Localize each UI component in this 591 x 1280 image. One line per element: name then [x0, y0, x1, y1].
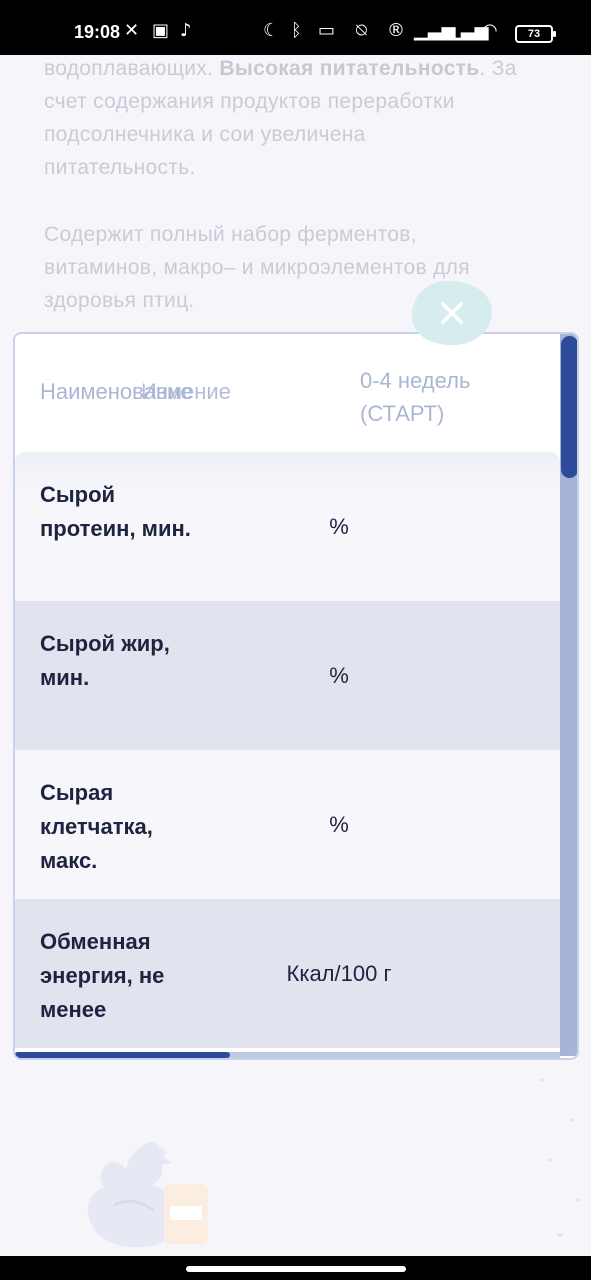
- row-name: Сырой жир, мин.: [40, 631, 170, 690]
- grid-app-icon: ▣: [152, 20, 170, 41]
- wifi-icon: ◠: [482, 20, 498, 41]
- close-icon: [441, 302, 463, 324]
- row-name: Сырой протеин, мин.: [40, 482, 191, 541]
- table-row: Сырой протеин, мин. %: [15, 452, 560, 601]
- alarm-off-icon: ⍉: [356, 20, 367, 41]
- row-unit: %: [329, 811, 349, 837]
- row-name: Сырая клетчатка, макс.: [40, 780, 153, 873]
- vertical-scrollbar-thumb[interactable]: [561, 336, 577, 478]
- table-body[interactable]: Сырой протеин, мин. % Сырой жир, мин. % …: [15, 452, 560, 1048]
- battery-icon: 73: [515, 25, 556, 43]
- decorative-dots: [540, 1078, 580, 1237]
- home-gesture-handle[interactable]: [186, 1266, 406, 1272]
- status-time: 19:08: [74, 22, 121, 42]
- nutrition-table-modal: Наименование Измение 0-4 недель (СТАРТ) …: [13, 332, 579, 1060]
- row-unit: %: [329, 513, 349, 539]
- x-icon: ✕: [124, 20, 140, 41]
- moon-icon: ☾: [263, 20, 280, 41]
- r-icon: ®: [387, 20, 405, 41]
- tiktok-icon: ♪: [180, 20, 192, 41]
- feed-bag-icon: [164, 1184, 208, 1244]
- horizontal-scrollbar-thumb[interactable]: [15, 1052, 230, 1058]
- table-row: Обменная энергия, не менее Ккал/100 г: [15, 899, 560, 1048]
- column-header-unit: Измение: [141, 379, 231, 404]
- bluetooth-icon: ᛒ: [291, 20, 302, 41]
- table-row: Сырой жир, мин. %: [15, 601, 560, 750]
- vibrate-icon: ▭: [318, 20, 336, 41]
- background-description: водоплавающих. Высокая питательность. За…: [44, 57, 517, 179]
- row-name: Обменная энергия, не менее: [40, 929, 165, 1022]
- column-header-period: 0-4 недель (СТАРТ): [360, 368, 471, 426]
- close-button[interactable]: [412, 281, 492, 345]
- row-unit: %: [329, 662, 349, 688]
- table-row: Сырая клетчатка, макс. %: [15, 750, 560, 899]
- row-unit: Ккал/100 г: [286, 960, 392, 986]
- table-header: Наименование Измение 0-4 недель (СТАРТ): [15, 334, 560, 452]
- status-bar: 19:08 ✕ ▣ ♪ ☾ ᛒ ▭ ⍉ ® ▁▃▅ ▁▃▅ ◠ 73: [0, 0, 591, 55]
